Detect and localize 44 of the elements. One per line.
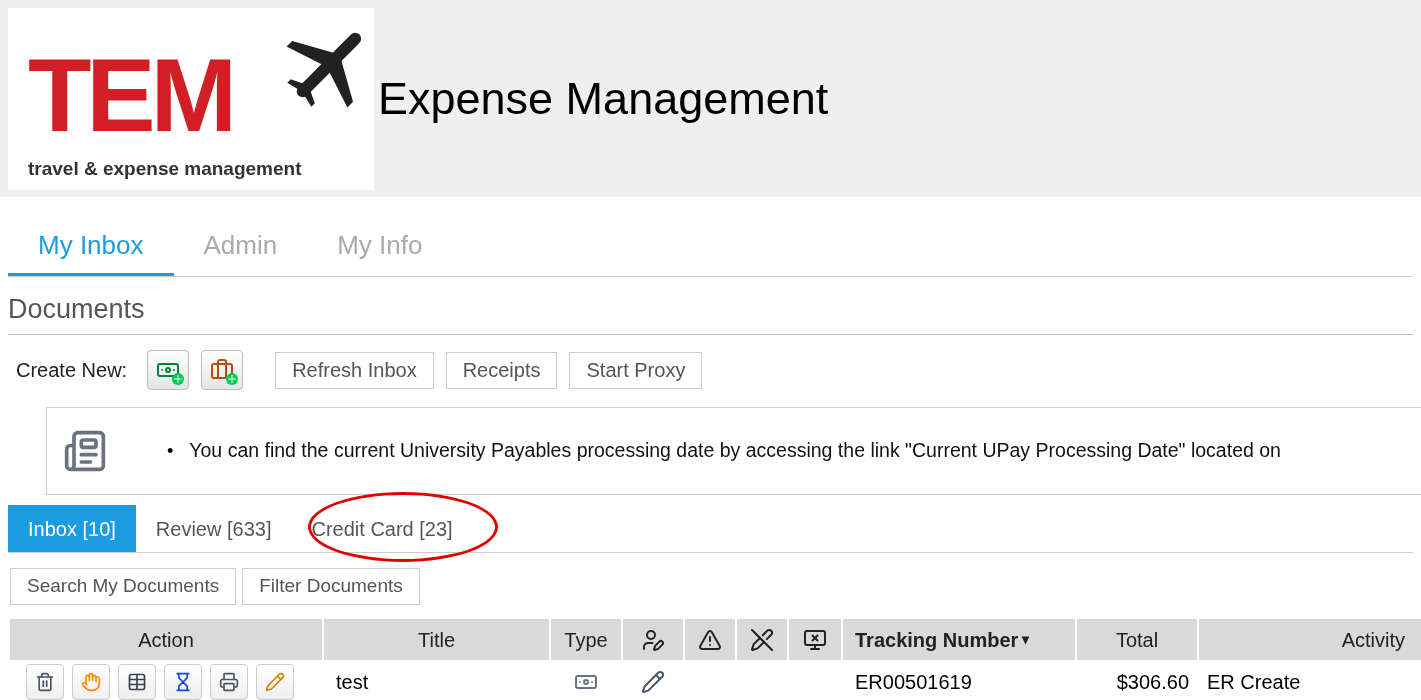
- column-header: Total: [1077, 619, 1197, 660]
- create-button[interactable]: [201, 350, 244, 390]
- column-header: Type: [551, 619, 621, 660]
- trash-icon: [35, 672, 55, 692]
- printer-icon: [219, 672, 239, 692]
- plus-icon: [172, 373, 185, 385]
- create-new-label: Create New:: [16, 358, 128, 383]
- action-button[interactable]: [210, 664, 248, 700]
- search-button[interactable]: Search My Documents: [10, 568, 237, 605]
- column-header[interactable]: Tracking Number ▾: [843, 619, 1075, 660]
- create-button[interactable]: [147, 350, 190, 390]
- warning-icon: [698, 627, 722, 652]
- logo-letters: TEM: [28, 42, 232, 147]
- table-cell-text: $306.60: [1115, 670, 1190, 695]
- plus-icon: [226, 373, 239, 385]
- pencil-icon: [641, 670, 665, 694]
- column-header: Action: [10, 619, 322, 660]
- action-button[interactable]: [118, 664, 156, 700]
- app-title: Expense Management: [378, 71, 829, 126]
- screen-x-icon: [803, 627, 827, 652]
- newspaper-icon: [63, 429, 107, 473]
- toolbar-button[interactable]: Receipts: [445, 351, 558, 389]
- table-cell-text: ER00501619: [854, 670, 973, 695]
- table-cell-text: ER Create: [1206, 670, 1302, 695]
- briefcase-add-icon: [210, 358, 235, 382]
- search-button[interactable]: Filter Documents: [242, 568, 420, 605]
- person-pen-icon: [641, 627, 665, 652]
- sort-caret: ▾: [1022, 630, 1030, 649]
- logo-tagline: travel & expense management: [28, 158, 303, 178]
- notice-bullet: •: [167, 439, 174, 463]
- action-button[interactable]: [26, 664, 64, 700]
- crossed-pen-icon: [750, 627, 774, 652]
- toolbar-button[interactable]: Start Proxy: [569, 351, 703, 389]
- table-icon: [127, 672, 147, 692]
- action-button[interactable]: [164, 664, 202, 700]
- toolbar-button[interactable]: Refresh Inbox: [275, 351, 434, 389]
- table-cell-text: test: [335, 670, 370, 695]
- pencil-icon: [265, 672, 285, 692]
- hourglass-icon: [173, 672, 193, 692]
- hand-icon: [81, 672, 101, 692]
- column-header: Activity: [1199, 619, 1421, 660]
- section-title: Documents: [8, 293, 145, 327]
- notice-text: You can find the current University Payables processing date by accessing the link "Current UPay Processing Date" located on: [189, 438, 1281, 464]
- column-header: Title: [324, 619, 549, 660]
